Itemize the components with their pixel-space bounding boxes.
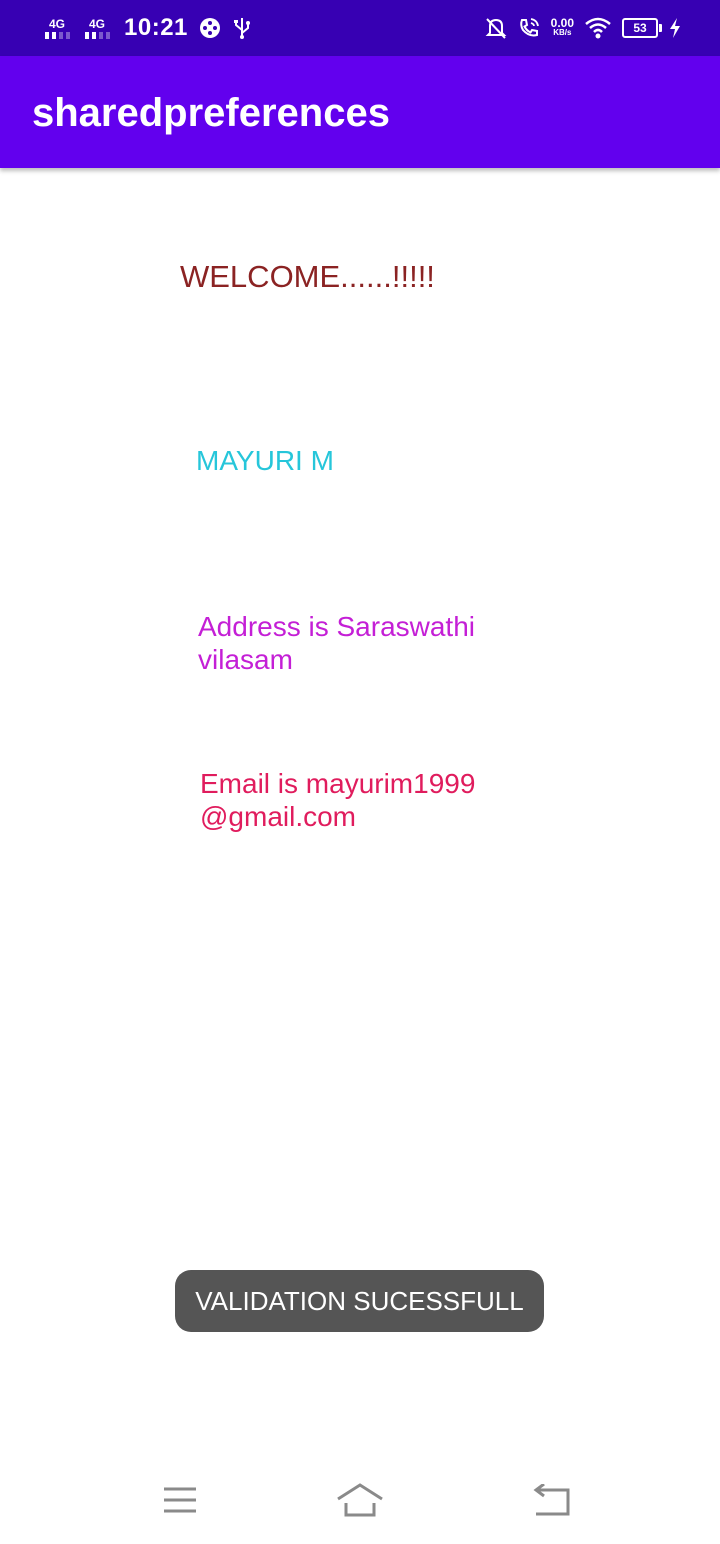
speed-value: 0.00 [550, 16, 574, 30]
charging-icon [668, 17, 682, 39]
network-speed: 0.00 KB/s [550, 16, 574, 38]
battery-icon: 53 [622, 18, 662, 38]
navigation-bar [0, 1460, 720, 1544]
usb-icon [232, 16, 252, 40]
network-type-label-secondary: 4G [88, 16, 105, 31]
status-bar-right: 0.00 KB/s 53 [485, 0, 682, 56]
battery-level: 53 [633, 21, 647, 35]
status-bar-left: 4G 4G 10:21 [42, 0, 252, 56]
gamepad-icon [198, 16, 222, 40]
address-text: Address is Saraswathi vilasam [198, 611, 476, 675]
welcome-text: WELCOME......!!!!! [180, 259, 435, 294]
clock: 10:21 [124, 14, 188, 41]
app-bar: sharedpreferences [0, 56, 720, 168]
back-button[interactable] [525, 1480, 575, 1524]
signal-icon-secondary: 4G [82, 18, 112, 39]
toast-text: VALIDATION SUCESSFULL [195, 1285, 524, 1316]
call-icon [517, 16, 541, 40]
speed-unit: KB/s [553, 28, 572, 37]
app-title: sharedpreferences [32, 91, 390, 135]
back-icon [530, 1482, 570, 1521]
home-button[interactable] [335, 1480, 385, 1524]
name-text: MAYURI M [196, 445, 334, 476]
mute-icon [485, 16, 507, 40]
home-icon [335, 1482, 385, 1522]
network-type-label: 4G [48, 16, 65, 31]
toast-message: VALIDATION SUCESSFULL [175, 1270, 544, 1332]
menu-icon [162, 1485, 198, 1520]
wifi-icon [584, 17, 612, 39]
signal-icon: 4G [42, 18, 72, 39]
menu-button[interactable] [155, 1480, 205, 1524]
status-bar: 4G 4G 10:21 0.00 KB/s 53 [0, 0, 720, 56]
email-text: Email is mayurim1999@gmail.com [200, 768, 476, 832]
